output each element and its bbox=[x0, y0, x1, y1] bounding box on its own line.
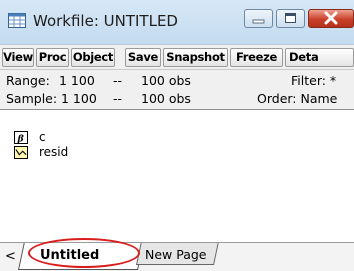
tab-new-page-label[interactable]: New Page bbox=[145, 247, 207, 262]
object-name: resid bbox=[39, 145, 69, 159]
sample-label: Sample: bbox=[6, 91, 58, 106]
toolbar: View Proc Object Save Snapshot Freeze De… bbox=[0, 44, 354, 69]
range-separator: -- bbox=[113, 73, 123, 88]
sample-value[interactable]: 1 100 bbox=[61, 91, 97, 106]
filter-text[interactable]: Filter: * bbox=[291, 73, 336, 88]
sample-obs: 100 obs bbox=[141, 91, 191, 106]
close-button[interactable] bbox=[308, 9, 354, 28]
object-name: c bbox=[39, 130, 46, 144]
order-text[interactable]: Order: Name bbox=[257, 91, 337, 106]
svg-text:β: β bbox=[17, 133, 25, 144]
freeze-button[interactable]: Freeze bbox=[230, 48, 283, 67]
sample-separator: -- bbox=[113, 91, 123, 106]
coefficient-beta-icon: β bbox=[14, 131, 28, 144]
range-obs: 100 obs bbox=[141, 73, 191, 88]
workfile-window: Workfile: UNTITLED View Proc Object Save… bbox=[0, 0, 354, 271]
object-list: β c resid bbox=[0, 109, 354, 242]
series-line-icon bbox=[14, 146, 28, 159]
maximize-icon bbox=[285, 13, 296, 23]
minimize-icon bbox=[252, 19, 265, 24]
close-icon bbox=[324, 11, 338, 25]
details-button[interactable]: Deta bbox=[285, 48, 354, 67]
page-tab-bar: < Untitled New Page bbox=[0, 242, 354, 271]
view-button[interactable]: View bbox=[2, 48, 34, 67]
proc-button[interactable]: Proc bbox=[36, 48, 69, 67]
tab-untitled-label[interactable]: Untitled bbox=[40, 248, 99, 263]
spreadsheet-grid-icon bbox=[8, 13, 26, 28]
maximize-button[interactable] bbox=[276, 9, 305, 28]
range-label: Range: bbox=[6, 73, 50, 88]
object-button[interactable]: Object bbox=[71, 48, 115, 67]
workfile-info: Range: 1 100 -- 100 obs Filter: * Sample… bbox=[0, 69, 354, 109]
snapshot-button[interactable]: Snapshot bbox=[163, 48, 228, 67]
range-value[interactable]: 1 100 bbox=[59, 73, 95, 88]
window-title: Workfile: UNTITLED bbox=[33, 12, 178, 30]
tab-scroll-left-icon[interactable]: < bbox=[5, 249, 16, 264]
title-bar[interactable]: Workfile: UNTITLED bbox=[0, 0, 354, 44]
save-button[interactable]: Save bbox=[125, 48, 161, 67]
minimize-button[interactable] bbox=[244, 9, 273, 28]
